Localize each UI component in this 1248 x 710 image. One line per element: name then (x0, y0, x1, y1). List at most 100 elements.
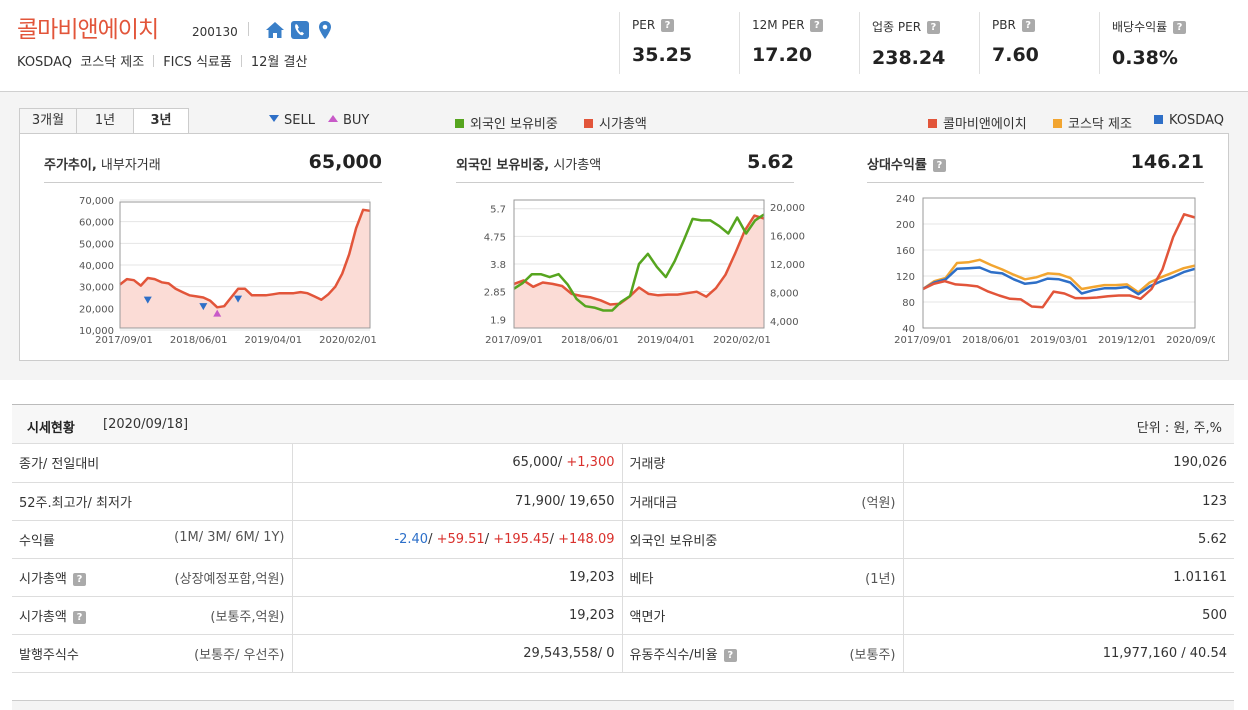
y-tick-label: 50,000 (79, 239, 114, 250)
x-tick-label: 2020/02/01 (713, 335, 771, 346)
row-value: 500 (902, 596, 1234, 635)
y-tick-label: 120 (896, 272, 915, 283)
x-tick-label: 2017/09/01 (95, 335, 153, 346)
tab-3y[interactable]: 3년 (133, 108, 189, 135)
label-text: 수익률 (19, 533, 55, 549)
y-tick-label-right: 12,000 (770, 260, 805, 271)
legend-label: 콜마비앤에이치 (943, 117, 1027, 132)
metric-dividend-yield: 배당수익률 ? 0.38% (1099, 12, 1219, 74)
row-label: 외국인 보유비중 (622, 520, 903, 559)
x-tick-label: 2019/03/01 (1030, 335, 1088, 346)
divider (867, 182, 1204, 183)
company-meta: KOSDAQ 코스닥 제조 FICS 식료품 12월 결산 (17, 51, 307, 70)
help-icon[interactable]: ? (660, 19, 674, 32)
cell-value: 19,203 (569, 607, 615, 623)
label-text: 외국인 보유비중 (629, 533, 718, 549)
x-tick-label: 2018/06/01 (561, 335, 619, 346)
row-label: 수익률 (1M/ 3M/ 6M/ 1Y) (12, 520, 292, 559)
price-chart: 10,00020,00030,00040,00050,00060,00070,0… (79, 196, 377, 346)
label-text: 거래대금 (629, 495, 678, 511)
footer-divider (12, 700, 1234, 710)
tab-3m[interactable]: 3개월 (19, 108, 77, 134)
price-chart-title: 주가추이, 내부자거래 (44, 154, 161, 173)
metric-label: 12M PER (752, 18, 805, 32)
legend-label: BUY (343, 113, 370, 128)
metric-label: 업종 PER (872, 20, 922, 34)
help-icon[interactable]: ? (72, 572, 86, 586)
row-value: 5.62 (902, 520, 1234, 559)
table-date: [2020/09/18] (103, 417, 189, 432)
row-value: 19,203 (291, 596, 623, 635)
legend-label: KOSDAQ (1169, 113, 1224, 128)
legend-swatch (1154, 115, 1163, 124)
label-text: 액면가 (629, 609, 666, 625)
metric-value: 0.38% (1112, 47, 1178, 69)
x-tick-label: 2017/09/01 (894, 335, 952, 346)
y-tick-label: 70,000 (79, 196, 114, 207)
y-tick-label: 80 (902, 298, 915, 309)
legend-label: 시가총액 (599, 117, 647, 132)
table-row: 시가총액 ? (보통주,억원) 19,203 액면가 500 (12, 596, 1234, 635)
metric-value: 238.24 (872, 47, 946, 69)
row-value: 65,000/ +1,300 (291, 444, 623, 483)
price-chart-value: 65,000 (308, 151, 382, 173)
y-tick-label: 20,000 (79, 304, 114, 315)
metric-label: PBR (992, 18, 1016, 32)
phone-icon[interactable] (290, 20, 310, 40)
relative-line-0 (922, 213, 1196, 309)
row-label: 유동주식수/비율 ? (보통주) (622, 634, 903, 673)
row-label: 시가총액 ? (보통주,억원) (12, 596, 292, 635)
tab-1y[interactable]: 1년 (76, 108, 134, 134)
row-value: 1.01161 (902, 558, 1234, 597)
legend-kosdaq-mfg: 코스닥 제조 (1053, 113, 1132, 132)
company-name: 콜마비앤에이치 (17, 17, 159, 43)
row-label: 시가총액 ? (상장예정포함,억원) (12, 558, 292, 597)
help-icon[interactable]: ? (723, 648, 737, 662)
price-area (120, 209, 370, 328)
legend-swatch (928, 119, 937, 128)
help-icon[interactable]: ? (926, 21, 940, 34)
help-icon[interactable]: ? (932, 159, 946, 172)
table-row: 52주.최고가/ 최저가 71,900/ 19,650 거래대금 (억원) 123 (12, 482, 1234, 521)
table-row: 시가총액 ? (상장예정포함,억원) 19,203 베타 (1년) 1.01161 (12, 558, 1234, 597)
help-icon[interactable]: ? (72, 610, 86, 624)
home-icon[interactable] (265, 20, 285, 40)
help-icon[interactable]: ? (810, 19, 824, 32)
legend-swatch (584, 119, 593, 128)
fics-label: FICS 식료품 (163, 55, 232, 70)
label-hint: (1M/ 3M/ 6M/ 1Y) (174, 529, 285, 545)
cell-value: 65,000/ (512, 455, 567, 471)
help-icon[interactable]: ? (1173, 21, 1187, 34)
y-tick-label-right: 4,000 (770, 317, 799, 328)
label-hint: (보통주/ 우선주) (194, 647, 285, 663)
relative-chart-title: 상대수익률 ? (867, 154, 946, 173)
title-rest: 시가총액 (549, 158, 602, 173)
y-tick-label-left: 5.7 (490, 205, 506, 216)
label-hint: (1년) (865, 571, 896, 587)
row-value: 123 (902, 482, 1234, 521)
y-tick-label-right: 20,000 (770, 203, 805, 214)
legend-kosdaq: KOSDAQ (1154, 113, 1224, 128)
table-title: 시세현황 (27, 421, 75, 436)
table-row: 종가/ 전일대비 65,000/ +1,300 거래량 190,026 (12, 444, 1234, 483)
y-tick-label: 40,000 (79, 261, 114, 272)
metric-per: PER ? 35.25 (619, 12, 739, 74)
return-1y: +148.09 (558, 531, 615, 547)
row-label: 종가/ 전일대비 (12, 444, 292, 483)
row-value: 19,203 (291, 558, 623, 597)
y-tick-label: 60,000 (79, 218, 114, 229)
location-icon[interactable] (315, 20, 335, 40)
legend-label: SELL (284, 113, 315, 128)
row-value: 190,026 (902, 444, 1234, 483)
help-icon[interactable]: ? (1021, 19, 1035, 32)
settlement-label: 12월 결산 (250, 55, 308, 70)
metric-value: 35.25 (632, 44, 693, 66)
label-text: 베타 (629, 571, 654, 587)
legend-market-cap: 시가총액 (584, 113, 647, 132)
relative-chart-value: 146.21 (1130, 151, 1204, 173)
metric-12m-per: 12M PER ? 17.20 (739, 12, 859, 74)
row-label: 베타 (1년) (622, 558, 903, 597)
chart-panel: 주가추이, 내부자거래 65,000 외국인 보유비중, 시가총액 5.62 상… (19, 133, 1229, 361)
metric-value: 17.20 (752, 44, 813, 66)
legend-label: 외국인 보유비중 (470, 117, 558, 132)
